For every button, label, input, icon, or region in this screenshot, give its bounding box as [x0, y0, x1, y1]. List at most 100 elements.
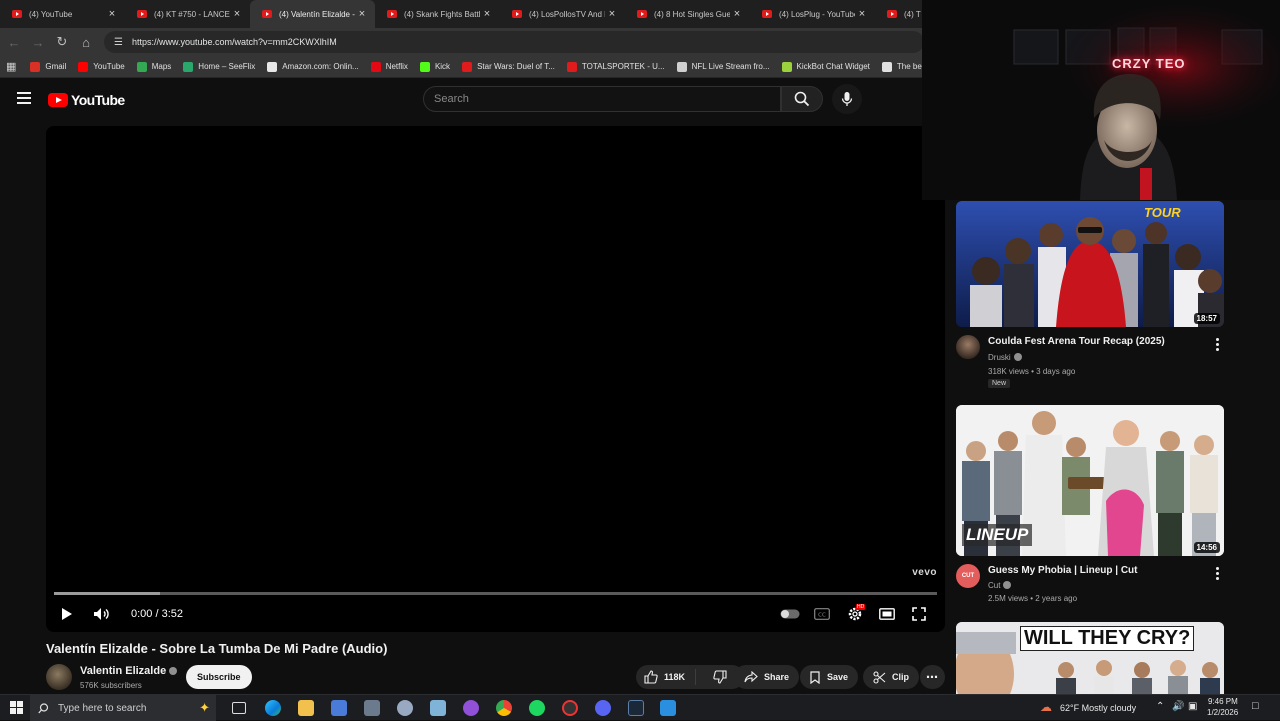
progress-bar[interactable] — [54, 592, 937, 595]
channel-avatar[interactable] — [956, 335, 980, 359]
more-options-icon[interactable] — [1212, 338, 1222, 353]
store-icon[interactable] — [331, 700, 347, 716]
browser-toolbar: ← → ↻ ⌂ ☰ https://www.youtube.com/watch?… — [0, 28, 925, 56]
apps-grid-icon[interactable]: ▦ — [6, 60, 16, 73]
weather-cloud-icon[interactable]: ☁ — [1040, 700, 1052, 714]
bookmark-item[interactable]: Home – SeeFlix — [183, 61, 255, 72]
search-placeholder: Search — [434, 93, 469, 105]
video-title[interactable]: Guess My Phobia | Lineup | Cut — [988, 565, 1138, 576]
windows-start-icon[interactable] — [10, 701, 23, 714]
channel-avatar[interactable] — [46, 664, 72, 690]
save-button[interactable]: Save — [800, 665, 859, 689]
subtitles-button[interactable]: CC — [812, 600, 832, 628]
bookmark-item[interactable]: NFL Live Stream fro... — [676, 61, 770, 72]
close-tab-icon[interactable]: × — [480, 8, 494, 20]
video-meta: 2.5M views • 2 years ago — [988, 594, 1078, 603]
speaker-icon[interactable]: 🔊 — [1172, 701, 1184, 712]
youtube-logo[interactable]: YouTube — [48, 92, 125, 108]
bookmark-favicon-icon — [462, 61, 473, 72]
calculator-icon[interactable] — [364, 700, 380, 716]
browser-tab[interactable]: (4) Skank Fights Battle × — [375, 0, 500, 28]
clock-date[interactable]: 1/2/2026 — [1207, 708, 1238, 717]
recommended-video[interactable]: LINEUP 14:56 CUT Guess My Phobia | Lineu… — [956, 405, 1224, 603]
video-player[interactable]: vevo 0:00 / 3:52 CC HD — [46, 126, 945, 632]
channel-name[interactable]: Druski — [988, 353, 1022, 362]
search-button[interactable] — [781, 86, 823, 112]
browser-tab[interactable]: (4) KT #750 - LANCE A × — [125, 0, 250, 28]
share-button[interactable]: Share — [734, 665, 800, 689]
browser-tab[interactable]: (4) LosPollosTV And D × — [500, 0, 625, 28]
video-thumbnail[interactable]: WILL THEY CRY? — [956, 622, 1224, 694]
player-controls: 0:00 / 3:52 CC HD — [46, 600, 945, 628]
video-thumbnail[interactable]: LINEUP 14:56 — [956, 405, 1224, 556]
autoplay-toggle[interactable] — [779, 600, 801, 628]
discord-icon[interactable] — [595, 700, 611, 716]
play-button[interactable] — [58, 600, 76, 628]
recommended-video[interactable]: TOUR 18:57 Coulda Fest Arena Tour Recap … — [956, 201, 1224, 388]
close-tab-icon[interactable]: × — [230, 8, 244, 20]
task-view-icon[interactable] — [232, 702, 246, 714]
sparkle-icon: ✦ — [199, 700, 210, 715]
close-tab-icon[interactable]: × — [355, 8, 369, 20]
forward-arrow-icon[interactable]: → — [26, 35, 50, 50]
browser-tab[interactable]: (4) LosPlug - YouTube × — [750, 0, 875, 28]
theater-mode-button[interactable] — [876, 600, 898, 628]
channel-avatar[interactable]: CUT — [956, 564, 980, 588]
bookmark-item[interactable]: Gmail — [30, 61, 66, 72]
bookmark-item[interactable]: YouTube — [78, 61, 125, 72]
settings-button[interactable]: HD — [844, 600, 866, 628]
close-tab-icon[interactable]: × — [855, 8, 869, 20]
bookmark-item[interactable]: Amazon.com: Onlin... — [267, 61, 359, 72]
channel-name[interactable]: Valentin Elizalde — [80, 665, 178, 677]
browser-tab[interactable]: (4) YouTube × — [0, 0, 125, 28]
home-icon[interactable]: ⌂ — [74, 35, 98, 50]
app-icon[interactable] — [397, 700, 413, 716]
file-explorer-icon[interactable] — [298, 700, 314, 716]
bookmark-item[interactable]: The be — [881, 61, 922, 72]
edge-browser-icon[interactable] — [265, 700, 281, 716]
bookmark-item[interactable]: Netflix — [370, 61, 408, 72]
bookmark-item[interactable]: Maps — [136, 61, 171, 72]
search-input[interactable]: Search — [423, 86, 781, 112]
network-icon[interactable]: ▣ — [1188, 701, 1197, 712]
back-arrow-icon[interactable]: ← — [2, 35, 26, 50]
subscribe-button[interactable]: Subscribe — [186, 665, 252, 689]
browser-tab[interactable]: (4) Valentín Elizalde - × — [250, 0, 375, 28]
more-actions-button[interactable]: ⋯ — [920, 665, 945, 689]
taskbar-search-box[interactable]: Type here to search ✦ — [30, 695, 216, 721]
clock-time[interactable]: 9:46 PM — [1208, 697, 1238, 706]
browser-tab[interactable]: (4) 8 Hot Singles Gue × — [625, 0, 750, 28]
tray-chevron-icon[interactable]: ⌃ — [1156, 701, 1164, 712]
vpn-icon[interactable] — [463, 700, 479, 716]
fullscreen-button[interactable] — [908, 600, 930, 628]
recommended-video[interactable]: WILL THEY CRY? — [956, 622, 1224, 694]
obs-icon[interactable] — [562, 700, 578, 716]
bookmark-item[interactable]: Star Wars: Duel of T... — [462, 61, 555, 72]
close-tab-icon[interactable]: × — [605, 8, 619, 20]
code-editor-icon[interactable] — [660, 700, 676, 716]
steam-icon[interactable] — [628, 700, 644, 716]
close-tab-icon[interactable]: × — [730, 8, 744, 20]
video-title[interactable]: Coulda Fest Arena Tour Recap (2025) — [988, 336, 1165, 347]
notifications-icon[interactable]: □ — [1252, 700, 1259, 712]
bookmark-item[interactable]: TOTALSPORTEK - U... — [566, 61, 665, 72]
more-options-icon[interactable] — [1212, 567, 1222, 582]
reload-icon[interactable]: ↻ — [50, 34, 74, 50]
like-button[interactable]: 118K — [636, 669, 696, 685]
site-info-icon[interactable]: ☰ — [114, 37, 123, 48]
close-tab-icon[interactable]: × — [105, 8, 119, 20]
bookmark-item[interactable]: KickBot Chat Widget — [781, 61, 870, 72]
bookmark-label: Kick — [434, 62, 451, 71]
spotify-icon[interactable] — [529, 700, 545, 716]
chrome-icon[interactable] — [496, 700, 512, 716]
weather-text[interactable]: 62°F Mostly cloudy — [1060, 703, 1136, 713]
clip-button[interactable]: Clip — [863, 665, 919, 689]
volume-button[interactable] — [92, 600, 112, 628]
channel-name[interactable]: Cut — [988, 581, 1012, 590]
bookmark-item[interactable]: Kick — [419, 61, 451, 72]
hamburger-menu-icon[interactable] — [17, 92, 31, 104]
voice-search-button[interactable] — [832, 84, 862, 114]
video-thumbnail[interactable]: TOUR 18:57 — [956, 201, 1224, 327]
notepad-icon[interactable] — [430, 700, 446, 716]
address-bar[interactable]: ☰ https://www.youtube.com/watch?v=mm2CKW… — [104, 31, 924, 53]
